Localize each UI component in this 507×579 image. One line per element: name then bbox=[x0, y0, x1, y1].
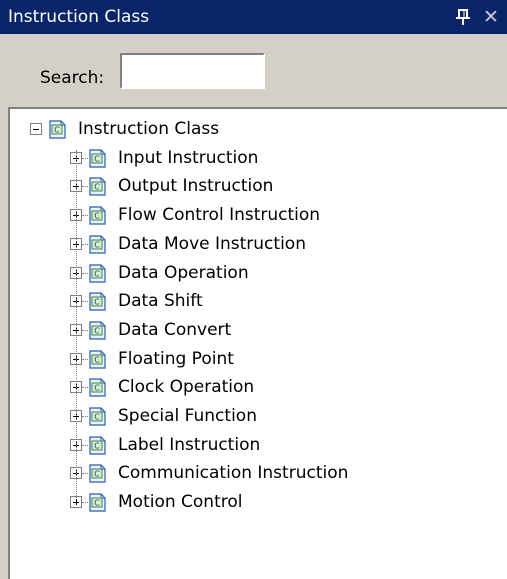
svg-text:C: C bbox=[94, 384, 100, 393]
tree-node[interactable]: C Special Function bbox=[10, 402, 500, 430]
tree-node-label: Flow Control Instruction bbox=[118, 205, 321, 226]
tree-node[interactable]: C Floating Point bbox=[10, 345, 500, 373]
tree-node-label: Data Shift bbox=[118, 291, 203, 312]
svg-text:C: C bbox=[94, 212, 100, 221]
tree-node-label: Clock Operation bbox=[118, 377, 255, 398]
pin-icon[interactable] bbox=[451, 5, 475, 29]
tree-node[interactable]: C Output Instruction bbox=[10, 172, 500, 200]
search-label: Search: bbox=[40, 68, 105, 88]
class-icon: C bbox=[88, 491, 108, 513]
close-icon[interactable]: ✕ bbox=[479, 5, 503, 29]
tree-node-label: Label Instruction bbox=[118, 434, 261, 455]
class-icon: C bbox=[88, 233, 108, 255]
tree-node-label: Special Function bbox=[118, 406, 257, 426]
tree-node[interactable]: C Label Instruction bbox=[10, 431, 500, 459]
collapse-icon[interactable] bbox=[30, 123, 42, 135]
svg-text:C: C bbox=[94, 470, 100, 479]
tree-node-label: Floating Point bbox=[118, 348, 234, 369]
class-icon: C bbox=[88, 462, 108, 484]
tree-node[interactable]: C Data Move Instruction bbox=[10, 230, 500, 258]
tree-node[interactable]: C Communication Instruction bbox=[10, 459, 500, 487]
class-icon: C bbox=[88, 290, 108, 312]
tree-node[interactable]: C Data Convert bbox=[10, 316, 500, 344]
panel-titlebar: Instruction Class ✕ bbox=[0, 0, 507, 34]
class-icon: C bbox=[88, 434, 108, 456]
class-icon: C bbox=[88, 175, 108, 197]
svg-text:C: C bbox=[94, 499, 100, 508]
tree-node[interactable]: C Data Operation bbox=[10, 259, 500, 287]
class-icon: C bbox=[48, 118, 68, 140]
svg-text:C: C bbox=[94, 441, 100, 450]
class-icon: C bbox=[88, 147, 108, 169]
tree-node-label: Data Move Instruction bbox=[118, 233, 306, 254]
tree-root-node[interactable]: C Instruction Class bbox=[10, 115, 500, 143]
svg-text:C: C bbox=[94, 183, 100, 192]
svg-text:C: C bbox=[94, 269, 100, 278]
svg-text:C: C bbox=[94, 326, 100, 335]
class-icon: C bbox=[88, 348, 108, 370]
tree-node[interactable]: C Motion Control bbox=[10, 488, 500, 516]
class-icon: C bbox=[88, 319, 108, 341]
tree-node[interactable]: C Clock Operation bbox=[10, 373, 500, 401]
svg-text:C: C bbox=[94, 154, 100, 163]
tree-node[interactable]: C Data Shift bbox=[10, 287, 500, 315]
panel-title: Instruction Class bbox=[8, 7, 150, 27]
search-input[interactable] bbox=[120, 53, 265, 89]
svg-text:C: C bbox=[94, 298, 100, 307]
tree-vertical-connector bbox=[76, 149, 77, 499]
tree-node-label: Motion Control bbox=[118, 492, 243, 513]
tree-node-label: Data Operation bbox=[118, 262, 249, 283]
tree-node-label: Input Instruction bbox=[118, 147, 259, 168]
tree-node-label: Output Instruction bbox=[118, 176, 274, 197]
tree-node-label: Data Convert bbox=[118, 319, 232, 340]
class-icon: C bbox=[88, 376, 108, 398]
tree-node[interactable]: C Flow Control Instruction bbox=[10, 201, 500, 229]
class-icon: C bbox=[88, 405, 108, 427]
class-icon: C bbox=[88, 262, 108, 284]
tree-node-label: Instruction Class bbox=[78, 119, 220, 139]
svg-text:C: C bbox=[54, 126, 60, 135]
svg-text:C: C bbox=[94, 240, 100, 249]
class-icon: C bbox=[88, 204, 108, 226]
tree-node-label: Communication Instruction bbox=[118, 463, 349, 484]
tree-node[interactable]: C Input Instruction bbox=[10, 144, 500, 172]
svg-text:C: C bbox=[94, 413, 100, 422]
svg-text:C: C bbox=[94, 355, 100, 364]
instruction-class-tree: C Instruction Class C Input Instruction C Out… bbox=[8, 107, 507, 579]
